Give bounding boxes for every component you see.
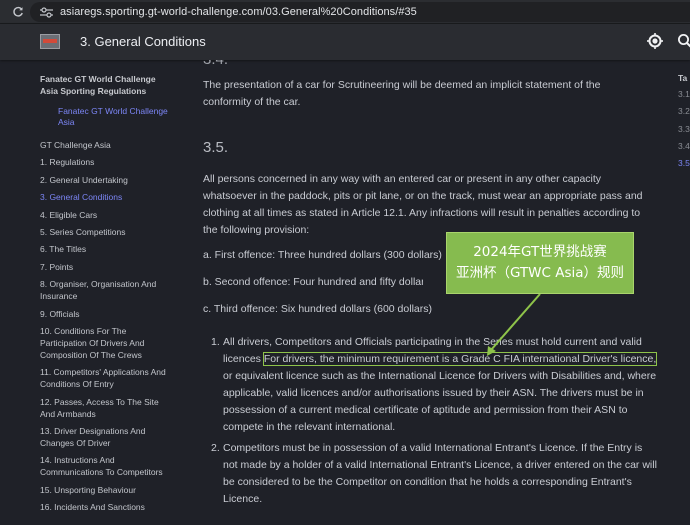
sidebar-nav: Fanatec GT World Challenge Asia Sporting…: [0, 60, 182, 525]
offence-first: a. First offence: Three hundred dollars …: [203, 249, 442, 261]
list-item-number: 1.: [211, 336, 220, 348]
sidebar-item-officials[interactable]: 9. Officials: [40, 308, 174, 320]
sidebar-item-unsporting-behaviour[interactable]: 15. Unsporting Behaviour: [40, 484, 174, 496]
page-title: 3. General Conditions: [80, 34, 206, 49]
sidebar-item-series-competitions[interactable]: 5. Series Competitions: [40, 226, 174, 238]
numbered-list: 1. All drivers, Competitors and Official…: [203, 334, 658, 508]
sidebar-item-the-titles[interactable]: 6. The Titles: [40, 243, 174, 255]
table-of-contents: Ta 3.1 3.2 3.3 3.4 3.5: [678, 60, 690, 260]
entrant-licence-text: Competitors must be in possession of a v…: [223, 442, 657, 505]
toc-item-3-1[interactable]: 3.1: [678, 88, 690, 100]
site-settings-icon[interactable]: [38, 5, 54, 19]
site-logo[interactable]: [40, 34, 60, 49]
offence-second: b. Second offence: Four hundred and fift…: [203, 276, 423, 288]
sidebar-item-general-undertaking[interactable]: 2. General Undertaking: [40, 174, 174, 186]
browser-toolbar: asiaregs.sporting.gt-world-challenge.com…: [0, 0, 690, 24]
sidebar-item-instructions[interactable]: 14. Instructions And Communications To C…: [40, 454, 174, 478]
paragraph-persons-concerned: All persons concerned in any way with an…: [203, 173, 643, 236]
list-item: 2. Competitors must be in possession of …: [203, 440, 658, 508]
sidebar-group-title[interactable]: Fanatec GT World Challenge Asia Sporting…: [40, 73, 174, 97]
annotation-line-1: 2024年GT世界挑战赛: [473, 244, 607, 260]
brightness-icon[interactable]: [646, 32, 664, 50]
section-heading-3-5: 3.5.: [203, 139, 229, 156]
sidebar-item-points[interactable]: 7. Points: [40, 261, 174, 273]
toc-item-3-5[interactable]: 3.5: [678, 157, 690, 169]
search-icon[interactable]: [676, 32, 690, 50]
section-heading-3-4: 3.4.: [203, 60, 228, 68]
sidebar-item-conditions-participation[interactable]: 10. Conditions For The Participation Of …: [40, 325, 174, 361]
offence-third: c. Third offence: Six hundred dollars (6…: [203, 303, 432, 315]
url-text: asiaregs.sporting.gt-world-challenge.com…: [60, 6, 417, 18]
sidebar-item-incidents-sanctions[interactable]: 16. Incidents And Sanctions: [40, 501, 174, 513]
highlighted-licence-requirement: For drivers, the minimum requirement is …: [262, 352, 658, 366]
toc-title: Ta: [678, 73, 688, 83]
sidebar-item-passes-access[interactable]: 12. Passes, Access To The Site And Armba…: [40, 396, 174, 420]
toc-item-3-4[interactable]: 3.4: [678, 140, 690, 152]
licence-text-post: or equivalent licence such as the Intern…: [223, 370, 657, 433]
sidebar-item-regulations[interactable]: 1. Regulations: [40, 156, 174, 168]
sidebar-sub-link[interactable]: Fanatec GT World Challenge Asia: [58, 106, 174, 128]
list-item: 1. All drivers, Competitors and Official…: [203, 334, 658, 436]
address-bar[interactable]: asiaregs.sporting.gt-world-challenge.com…: [30, 2, 690, 22]
reload-icon[interactable]: [10, 6, 26, 18]
app-header: 3. General Conditions: [0, 24, 690, 60]
list-item-number: 2.: [211, 442, 220, 454]
toc-item-3-3[interactable]: 3.3: [678, 123, 690, 135]
toc-item-3-2[interactable]: 3.2: [678, 105, 690, 117]
sidebar-item-gt-challenge-asia[interactable]: GT Challenge Asia: [40, 139, 174, 151]
sidebar-item-organiser[interactable]: 8. Organiser, Organisation And Insurance: [40, 278, 174, 302]
sidebar-item-eligible-cars[interactable]: 4. Eligible Cars: [40, 209, 174, 221]
sidebar-item-general-conditions[interactable]: 3. General Conditions: [40, 191, 174, 203]
sidebar-item-driver-designations[interactable]: 13. Driver Designations And Changes Of D…: [40, 425, 174, 449]
annotation-line-2: 亚洲杯（GTWC Asia）规则: [455, 265, 625, 281]
annotation-callout: 2024年GT世界挑战赛 亚洲杯（GTWC Asia）规则: [446, 232, 634, 294]
paragraph-scrutineering: The presentation of a car for Scrutineer…: [203, 79, 601, 108]
sidebar-item-competitors-applications[interactable]: 11. Competitors' Applications And Condit…: [40, 366, 174, 390]
